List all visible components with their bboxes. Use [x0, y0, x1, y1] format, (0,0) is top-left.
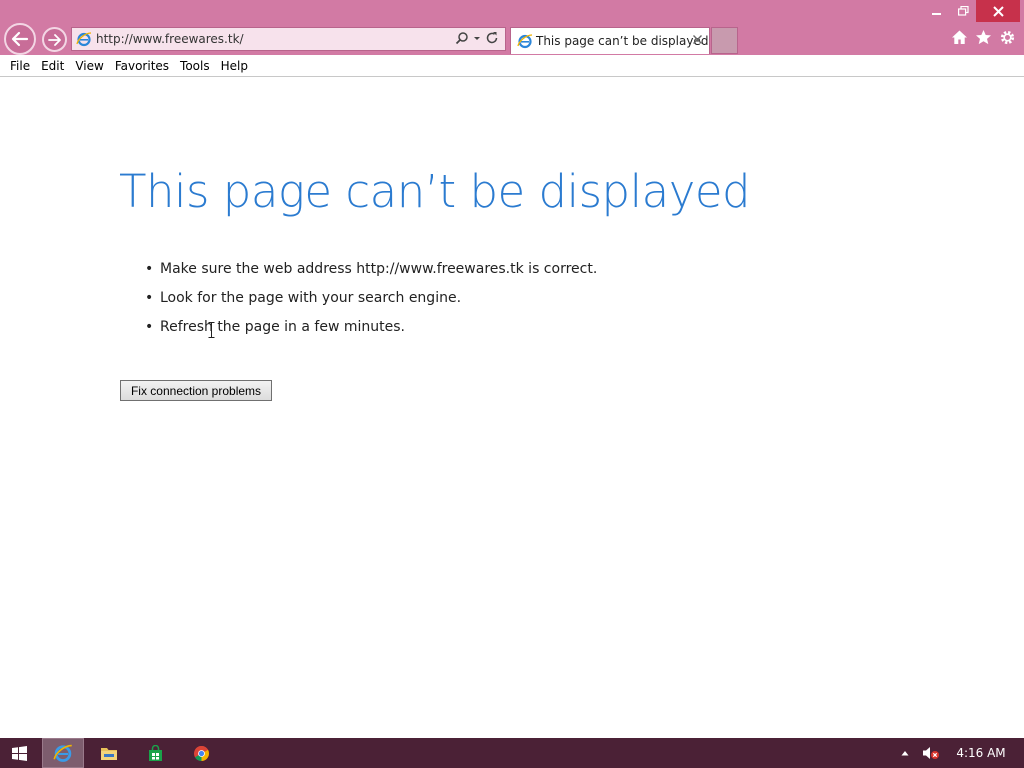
tray-volume-button[interactable]: [918, 738, 944, 768]
restore-button[interactable]: [950, 0, 976, 22]
back-button[interactable]: [4, 23, 36, 55]
settings-gear-icon[interactable]: [999, 29, 1016, 46]
browser-toolbar: [951, 29, 1016, 46]
window-close-button[interactable]: [976, 0, 1020, 22]
page-title: This page can’t be displayed: [119, 165, 751, 218]
tray-arrow-icon: [901, 751, 909, 756]
tab-ie-logo-icon: [517, 34, 533, 49]
text-cursor-icon: [208, 322, 215, 338]
internet-explorer-icon: [53, 744, 72, 762]
suggestion-search-engine: Look for the page with your search engin…: [145, 287, 597, 316]
store-icon: [148, 744, 162, 761]
address-text[interactable]: http://www.freewares.tk/: [96, 32, 244, 46]
taskbar-chrome[interactable]: [180, 738, 222, 768]
dropdown-icon[interactable]: [473, 31, 481, 45]
suggestion-check-address: Make sure the web address http://www.fre…: [145, 258, 597, 287]
menu-file[interactable]: File: [0, 59, 30, 73]
start-button[interactable]: [0, 738, 38, 768]
refresh-icon[interactable]: [485, 31, 499, 45]
address-bar[interactable]: http://www.freewares.tk/: [71, 27, 506, 51]
page-content: This page can’t be displayed Make sure t…: [0, 77, 1024, 738]
menu-help[interactable]: Help: [211, 59, 248, 73]
fix-connection-button[interactable]: Fix connection problems: [120, 380, 272, 401]
restore-icon: [957, 6, 969, 16]
taskbar-clock[interactable]: 4:16 AM: [952, 738, 1010, 768]
new-tab-button[interactable]: [711, 27, 738, 54]
taskbar-file-explorer[interactable]: [88, 738, 130, 768]
taskbar-store[interactable]: [134, 738, 176, 768]
search-icon[interactable]: [455, 31, 469, 45]
menu-edit[interactable]: Edit: [31, 59, 64, 73]
address-actions: [455, 31, 499, 45]
volume-muted-icon: [923, 747, 939, 759]
forward-arrow-icon: [47, 33, 61, 46]
chrome-icon: [193, 745, 209, 761]
tray-overflow-button[interactable]: [896, 738, 914, 768]
windows-start-icon: [11, 745, 27, 761]
menu-bar: File Edit View Favorites Tools Help: [0, 55, 1024, 77]
file-explorer-icon: [101, 748, 117, 760]
taskbar: 4:16 AM: [0, 738, 1024, 768]
tab-close-icon[interactable]: [692, 34, 703, 45]
browser-titlebar: http://www.freewares.tk/ This page can’t…: [0, 0, 1024, 55]
menu-tools[interactable]: Tools: [170, 59, 210, 73]
taskbar-internet-explorer[interactable]: [42, 738, 84, 768]
ie-logo-icon: [76, 32, 92, 47]
back-arrow-icon: [11, 31, 29, 47]
forward-button[interactable]: [42, 27, 67, 52]
minimize-button[interactable]: [924, 0, 950, 22]
favorites-star-icon[interactable]: [975, 29, 992, 46]
minimize-icon: [932, 13, 941, 15]
tab-title: This page can’t be displayed: [536, 34, 709, 48]
menu-favorites[interactable]: Favorites: [105, 59, 169, 73]
menu-view[interactable]: View: [65, 59, 103, 73]
tab-active[interactable]: This page can’t be displayed: [510, 27, 710, 54]
home-icon[interactable]: [951, 29, 968, 46]
close-icon: [992, 5, 1004, 17]
